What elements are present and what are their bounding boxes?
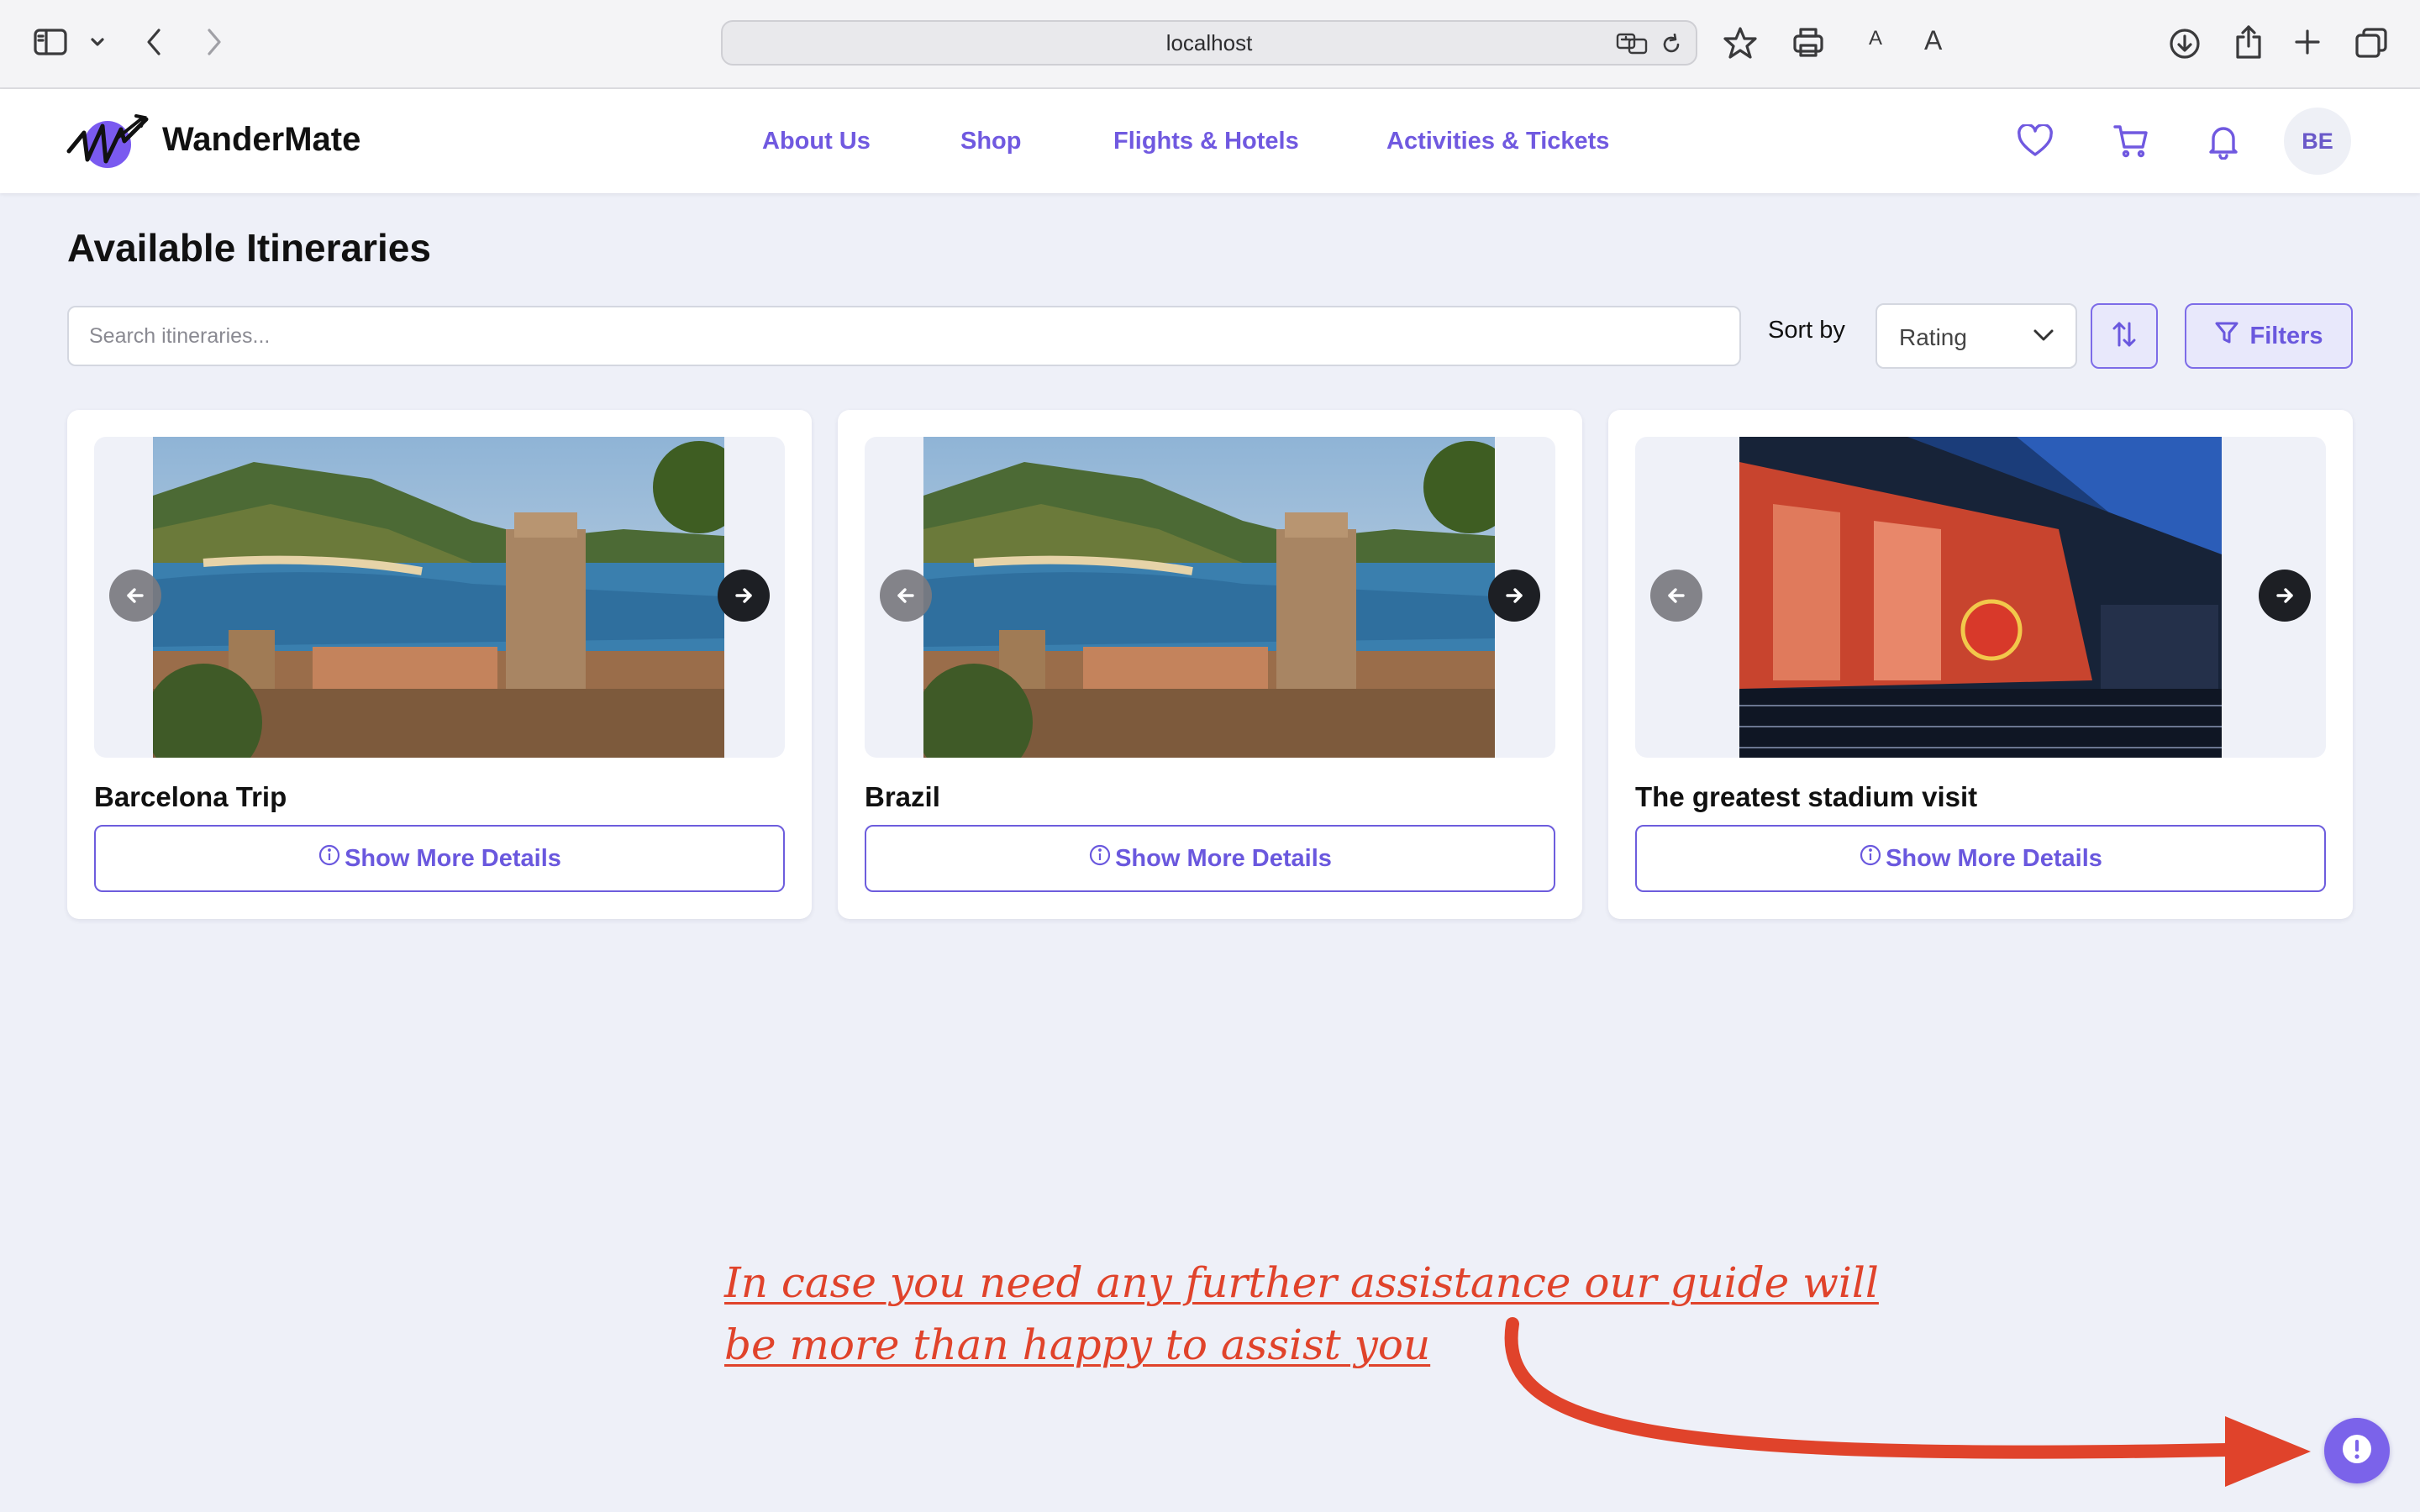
filter-icon — [2214, 320, 2239, 352]
chevron-down-icon — [2032, 327, 2055, 348]
sort-select[interactable]: Rating — [1876, 303, 2077, 369]
new-tab-icon[interactable] — [2291, 25, 2324, 59]
image-carousel — [1635, 437, 2326, 758]
avatar[interactable]: BE — [2284, 108, 2351, 175]
filters-label: Filters — [2249, 322, 2323, 349]
sort-select-value: Rating — [1899, 324, 1967, 350]
help-button[interactable] — [2324, 1418, 2390, 1483]
show-more-details-label: Show More Details — [1886, 844, 2102, 872]
sort-arrows-icon — [2111, 320, 2138, 353]
exclamation-icon — [2340, 1432, 2374, 1470]
nav-about-us[interactable]: About Us — [762, 128, 871, 155]
print-icon[interactable] — [1790, 25, 1827, 60]
bell-icon[interactable] — [2202, 119, 2245, 163]
annotation-line-1: In case you need any further assistance … — [724, 1258, 1879, 1307]
page-title: Available Itineraries — [67, 226, 431, 270]
show-more-details-button[interactable]: Show More Details — [865, 825, 1555, 892]
download-icon[interactable] — [2166, 25, 2203, 62]
brand-name[interactable]: WanderMate — [162, 121, 360, 159]
increase-font-button[interactable]: A — [1924, 25, 1942, 56]
show-more-details-button[interactable]: Show More Details — [94, 825, 785, 892]
itinerary-card: The greatest stadium visit Show More Det… — [1608, 410, 2353, 919]
translate-icon[interactable] — [1615, 32, 1649, 55]
nav-shop[interactable]: Shop — [960, 128, 1022, 155]
coastal-town-photo — [153, 437, 724, 758]
logo-icon[interactable] — [66, 108, 150, 175]
annotation-line-2: be more than happy to assist you — [724, 1320, 1431, 1369]
filters-button[interactable]: Filters — [2185, 303, 2353, 369]
show-more-details-label: Show More Details — [345, 844, 561, 872]
share-icon[interactable] — [2230, 22, 2267, 62]
guide-annotation: In case you need any further assistance … — [724, 1252, 1985, 1376]
cart-icon[interactable] — [2109, 119, 2153, 163]
decrease-font-button[interactable]: A — [1869, 27, 1882, 50]
coastal-town-photo — [923, 437, 1495, 758]
address-bar[interactable]: localhost — [721, 20, 1697, 66]
browser-toolbar: localhost A A — [0, 0, 2420, 89]
carousel-next-button[interactable] — [718, 570, 770, 622]
carousel-next-button[interactable] — [1488, 570, 1540, 622]
heart-icon[interactable] — [2013, 119, 2057, 163]
itinerary-card: Brazil Show More Details — [838, 410, 1582, 919]
reload-icon[interactable] — [1659, 32, 1684, 57]
tab-overview-icon[interactable] — [2353, 25, 2390, 60]
sidebar-toggle-icon[interactable] — [32, 25, 69, 59]
info-icon — [318, 843, 341, 874]
nav-flights-hotels[interactable]: Flights & Hotels — [1113, 128, 1299, 155]
carousel-prev-button[interactable] — [1650, 570, 1702, 622]
image-carousel — [94, 437, 785, 758]
show-more-details-label: Show More Details — [1115, 844, 1332, 872]
sort-label: Sort by — [1768, 317, 1845, 344]
nav-activities-tickets[interactable]: Activities & Tickets — [1386, 128, 1609, 155]
url-text: localhost — [1165, 29, 1253, 55]
info-icon — [1859, 843, 1882, 874]
itinerary-card: Barcelona Trip Show More Details — [67, 410, 812, 919]
forward-icon[interactable] — [200, 25, 229, 59]
sort-direction-button[interactable] — [2091, 303, 2158, 369]
bookmark-star-icon[interactable] — [1723, 25, 1758, 60]
card-title: Barcelona Trip — [94, 781, 287, 812]
stadium-photo — [1739, 437, 2222, 758]
card-title: The greatest stadium visit — [1635, 781, 1978, 812]
carousel-prev-button[interactable] — [880, 570, 932, 622]
show-more-details-button[interactable]: Show More Details — [1635, 825, 2326, 892]
image-carousel — [865, 437, 1555, 758]
back-icon[interactable] — [139, 25, 168, 59]
carousel-next-button[interactable] — [2259, 570, 2311, 622]
info-icon — [1088, 843, 1112, 874]
app-header: WanderMate About Us Shop Flights & Hotel… — [0, 89, 2420, 193]
search-input[interactable] — [67, 306, 1741, 366]
carousel-prev-button[interactable] — [109, 570, 161, 622]
chevron-down-icon[interactable] — [87, 32, 108, 52]
card-title: Brazil — [865, 781, 940, 812]
